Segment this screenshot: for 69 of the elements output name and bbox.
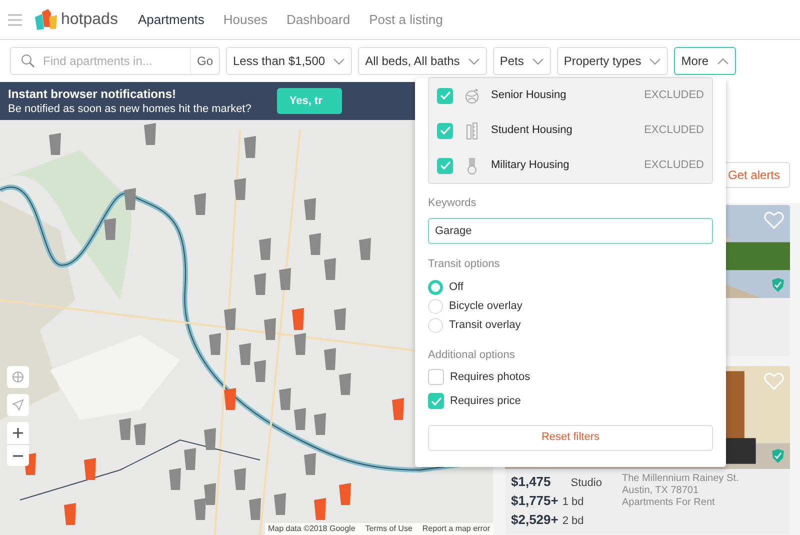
radio-button[interactable] xyxy=(428,318,443,333)
property-type-label: Military Housing xyxy=(491,158,570,174)
logo-text[interactable]: hotpads xyxy=(61,8,118,32)
listing-beds: 2 bd xyxy=(562,514,584,529)
checkmark-icon xyxy=(440,161,450,170)
checkmark-icon xyxy=(440,91,450,100)
listing-price: $2,529+ xyxy=(511,511,558,528)
map-attribution[interactable]: Terms of Use xyxy=(365,523,412,535)
heart-icon[interactable] xyxy=(764,372,784,390)
transit-label: Transit options xyxy=(428,256,501,272)
yarn-ball-icon xyxy=(464,88,480,104)
filter-dropdown[interactable]: Property types xyxy=(556,47,668,75)
radio-button[interactable] xyxy=(428,280,443,295)
banner-text: Be notified as soon as new homes hit the market? xyxy=(8,102,252,116)
transit-option-label: Off xyxy=(449,280,464,296)
listing-address: Apartments For Rent xyxy=(622,497,716,509)
banner-title: Instant browser notifications! xyxy=(8,86,178,102)
filter-dropdown[interactable]: Less than $1,500 xyxy=(226,47,352,75)
map-attribution[interactable]: Report a map error xyxy=(422,523,490,535)
nav-link[interactable]: Apartments xyxy=(138,10,204,30)
property-type-label: Student Housing xyxy=(491,123,572,138)
listing-address: The Millennium Rainey St. xyxy=(622,473,739,485)
excluded-status: EXCLUDED xyxy=(644,88,704,104)
chevron-icon xyxy=(649,58,662,64)
checkbox[interactable] xyxy=(428,393,444,410)
locate-button[interactable] xyxy=(7,394,29,416)
plus-icon xyxy=(13,428,23,438)
search-icon xyxy=(21,54,35,68)
nav-link[interactable]: Dashboard xyxy=(286,10,350,30)
globe-icon xyxy=(12,371,24,383)
transit-option-label: Bicycle overlay xyxy=(449,299,522,314)
chevron-icon xyxy=(716,58,729,64)
checkbox[interactable] xyxy=(437,122,453,138)
keywords-field[interactable]: Garage xyxy=(428,218,713,244)
ruler-pencil-icon xyxy=(466,122,478,140)
globe-button[interactable] xyxy=(7,366,29,388)
property-type-label: Senior Housing xyxy=(491,88,566,104)
search-field[interactable]: Find apartments in... Go xyxy=(10,47,220,75)
medal-icon xyxy=(466,156,478,174)
listing-price: $1,775+ xyxy=(511,492,558,509)
filter-dropdown[interactable]: More xyxy=(674,47,736,75)
map-attribution: Map data ©2018 Google xyxy=(268,523,356,535)
checkbox[interactable] xyxy=(428,368,444,385)
additional-label: Additional options xyxy=(428,348,516,363)
transit-option-label: Transit overlay xyxy=(449,318,521,334)
chevron-icon xyxy=(468,58,480,64)
listing-beds: Studio xyxy=(570,476,602,491)
chevron-icon xyxy=(532,58,544,64)
excluded-status: EXCLUDED xyxy=(644,158,704,174)
keywords-label: Keywords xyxy=(428,196,478,211)
checkbox[interactable] xyxy=(437,158,453,174)
navigation-arrow-icon xyxy=(12,399,24,411)
checkmark-icon xyxy=(440,126,450,135)
listing-beds: 1 bd xyxy=(562,495,584,510)
checkmark-icon xyxy=(430,396,442,406)
filter-dropdown[interactable]: All beds, All baths xyxy=(358,47,487,75)
chevron-icon xyxy=(333,58,346,64)
listing-address: Austin, TX 78701 xyxy=(622,485,700,497)
houses-logo-icon xyxy=(34,8,60,30)
nav-link[interactable]: Houses xyxy=(223,10,268,30)
heart-icon[interactable] xyxy=(764,211,784,229)
radio-button[interactable] xyxy=(428,299,443,314)
nav-link[interactable]: Post a listing xyxy=(369,10,443,30)
checkbox[interactable] xyxy=(437,88,453,104)
filter-dropdown[interactable]: Pets xyxy=(492,47,551,75)
excluded-status: EXCLUDED xyxy=(644,123,704,138)
listing-price: $1,475 xyxy=(511,473,551,490)
menu-icon[interactable] xyxy=(8,14,22,26)
go-button[interactable]: Go xyxy=(190,48,219,74)
